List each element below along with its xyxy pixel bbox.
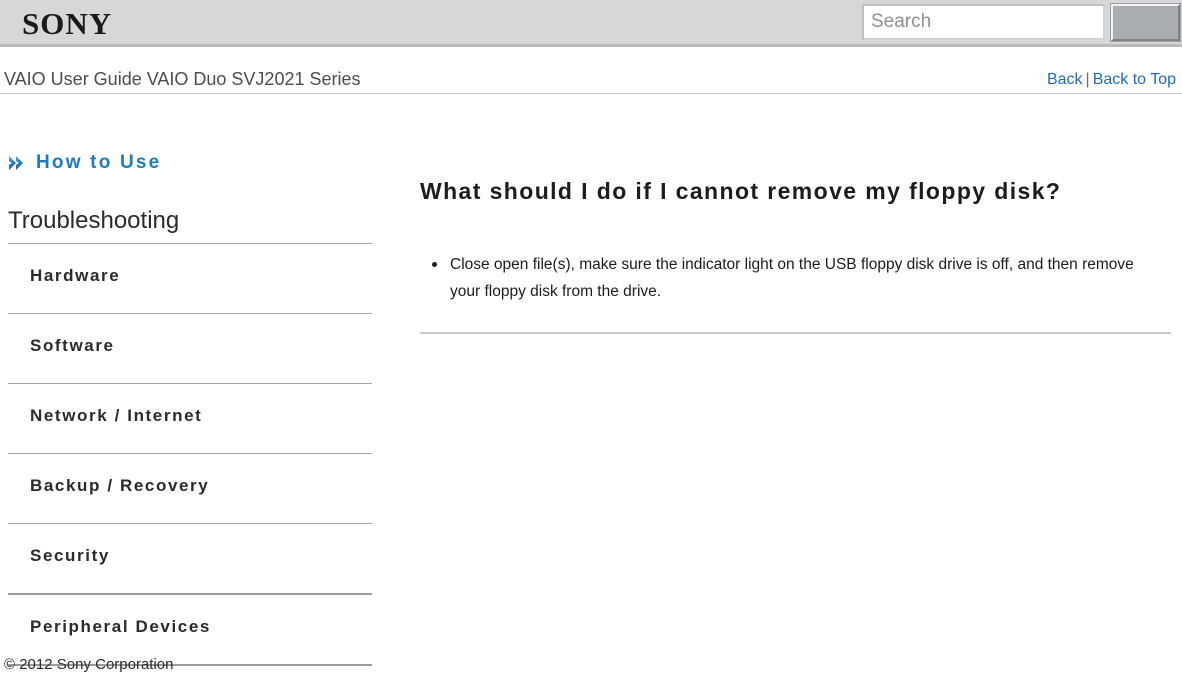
copyright-footer: © 2012 Sony Corporation: [4, 656, 174, 673]
guide-titlebar: VAIO User Guide VAIO Duo SVJ2021 Series …: [0, 50, 1182, 94]
search-input[interactable]: [862, 4, 1105, 40]
sidebar-item-security[interactable]: Security: [0, 524, 400, 586]
sidebar-item-peripheral-devices[interactable]: Peripheral Devices: [0, 595, 400, 657]
back-link[interactable]: Back: [1047, 71, 1083, 88]
sony-logo: SONY: [22, 6, 113, 41]
sidebar-howto-header[interactable]: How to Use: [0, 100, 400, 178]
sidebar-item-network-internet[interactable]: Network / Internet: [0, 384, 400, 446]
sidebar-item-software[interactable]: Software: [0, 314, 400, 376]
sidebar-item-hardware[interactable]: Hardware: [0, 244, 400, 306]
search-area: [862, 1, 1181, 45]
sidebar-howto-label: How to Use: [36, 152, 162, 173]
main-content: What should I do if I cannot remove my f…: [420, 100, 1176, 334]
article-title: What should I do if I cannot remove my f…: [420, 178, 1062, 204]
sidebar-section-title: Troubleshooting: [8, 207, 180, 234]
content-divider: [420, 332, 1171, 334]
site-header: SONY: [0, 0, 1182, 47]
sidebar: How to Use Troubleshooting Hardware Soft…: [0, 100, 400, 666]
back-to-top-link[interactable]: Back to Top: [1093, 71, 1176, 88]
list-item: Close open file(s), make sure the indica…: [420, 251, 1160, 305]
article-bullet-list: Close open file(s), make sure the indica…: [420, 251, 1176, 305]
nav-separator: |: [1085, 71, 1090, 88]
double-chevron-right-icon: [9, 156, 23, 170]
sidebar-item-backup-recovery[interactable]: Backup / Recovery: [0, 454, 400, 516]
search-button[interactable]: [1110, 3, 1181, 42]
page-title: VAIO User Guide VAIO Duo SVJ2021 Series: [4, 69, 361, 89]
header-nav-links: Back | Back to Top: [1047, 71, 1176, 89]
